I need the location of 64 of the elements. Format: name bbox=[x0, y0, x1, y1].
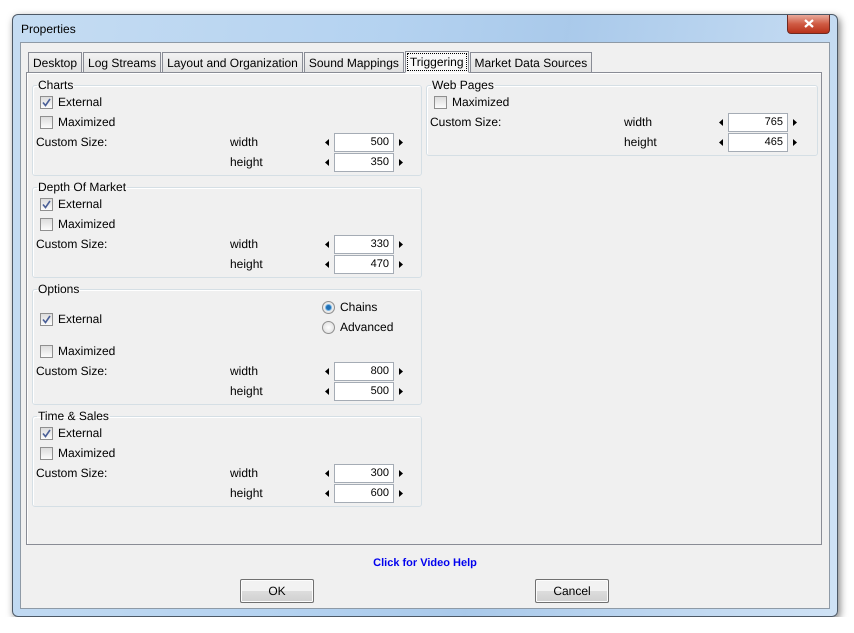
field-label: height bbox=[230, 155, 264, 169]
number-field[interactable]: 600 bbox=[334, 484, 394, 502]
radio-button[interactable] bbox=[322, 320, 335, 334]
field-label: height bbox=[624, 135, 658, 149]
checkbox[interactable] bbox=[40, 344, 53, 358]
checkbox[interactable] bbox=[40, 116, 53, 128]
field-label: width bbox=[230, 466, 260, 480]
custom-size-label: Custom Size: bbox=[35, 364, 108, 378]
video-help-link[interactable]: Click for Video Help bbox=[373, 556, 477, 570]
checkbox-label: Maximized bbox=[58, 217, 116, 231]
checkbox-label: Maximized bbox=[452, 95, 510, 109]
field-label: height bbox=[230, 384, 264, 398]
window-title: Properties bbox=[21, 22, 76, 36]
checkbox-label: External bbox=[58, 426, 102, 440]
checkbox-label: Maximized bbox=[58, 115, 116, 129]
custom-size-label: Custom Size: bbox=[35, 237, 108, 251]
field-label: height bbox=[230, 486, 264, 500]
custom-size-label: Custom Size: bbox=[429, 115, 502, 129]
radio-button[interactable] bbox=[322, 300, 335, 314]
tab[interactable]: Sound Mappings bbox=[304, 52, 404, 72]
tab[interactable]: Desktop bbox=[28, 52, 82, 72]
field-label: width bbox=[230, 364, 260, 378]
checkbox[interactable] bbox=[40, 446, 53, 460]
tab[interactable]: Triggering bbox=[404, 51, 468, 73]
number-field[interactable]: 765 bbox=[728, 112, 788, 132]
number-field[interactable]: 300 bbox=[334, 464, 394, 482]
number-field[interactable]: 350 bbox=[334, 152, 394, 172]
checkbox-label: Maximized bbox=[58, 344, 116, 358]
field-label: width bbox=[230, 237, 260, 251]
tab[interactable]: Market Data Sources bbox=[470, 52, 592, 72]
checkbox-label: External bbox=[58, 95, 102, 109]
checkbox[interactable] bbox=[40, 218, 53, 230]
custom-size-label: Custom Size: bbox=[35, 135, 108, 149]
dialog-button[interactable]: OK bbox=[240, 579, 314, 603]
checkbox[interactable] bbox=[40, 96, 53, 108]
checkbox[interactable] bbox=[40, 426, 53, 440]
field-label: height bbox=[230, 257, 264, 271]
close-icon bbox=[804, 19, 814, 28]
checkbox-label: External bbox=[58, 312, 102, 326]
field-label: width bbox=[624, 115, 654, 129]
radio-label: Advanced bbox=[340, 320, 394, 334]
checkbox-label: External bbox=[58, 197, 102, 211]
number-field[interactable]: 800 bbox=[334, 362, 394, 380]
field-label: width bbox=[230, 135, 260, 149]
tab[interactable]: Layout and Organization bbox=[162, 52, 303, 72]
tab[interactable]: Log Streams bbox=[83, 52, 162, 72]
checkbox-label: Maximized bbox=[58, 446, 116, 460]
number-field[interactable]: 500 bbox=[334, 382, 394, 400]
group-title: Depth Of Market bbox=[37, 180, 128, 194]
custom-size-label: Custom Size: bbox=[35, 466, 108, 480]
group-title: Web Pages bbox=[431, 78, 495, 92]
close-button[interactable] bbox=[787, 14, 830, 34]
checkbox[interactable] bbox=[40, 198, 53, 210]
group-title: Options bbox=[37, 282, 80, 296]
dialog-button[interactable]: Cancel bbox=[535, 579, 609, 603]
group-title: Charts bbox=[37, 78, 74, 92]
number-field[interactable]: 330 bbox=[334, 234, 394, 254]
number-field[interactable]: 500 bbox=[334, 132, 394, 152]
radio-label: Chains bbox=[340, 300, 378, 314]
checkbox[interactable] bbox=[40, 312, 53, 326]
checkbox[interactable] bbox=[434, 96, 447, 108]
number-field[interactable]: 465 bbox=[728, 132, 788, 152]
group-title: Time & Sales bbox=[37, 409, 110, 423]
number-field[interactable]: 470 bbox=[334, 254, 394, 274]
